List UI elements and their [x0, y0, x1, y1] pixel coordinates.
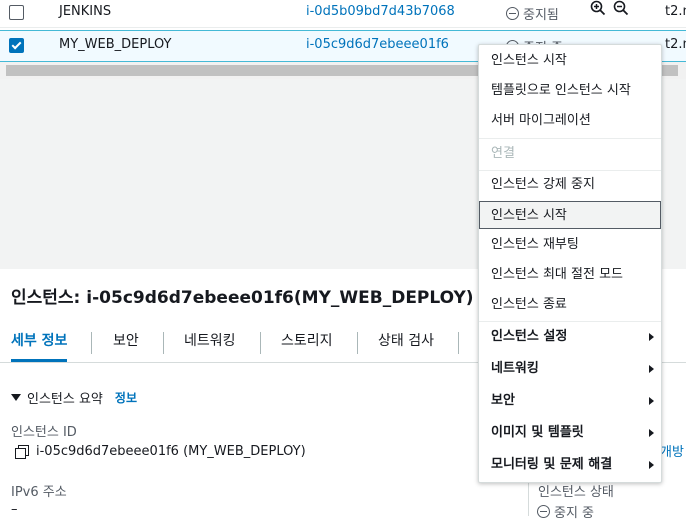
tab-divider — [357, 332, 358, 354]
copy-icon[interactable] — [15, 445, 29, 459]
menu-item-security[interactable]: 보안 — [479, 387, 661, 415]
menu-item-networking[interactable]: 네트워킹 — [479, 355, 661, 383]
menu-item-label: 인스턴스 최대 절전 모드 — [491, 267, 623, 282]
menu-item-hibernate[interactable]: 인스턴스 최대 절전 모드 — [479, 261, 661, 289]
menu-item-label: 인스턴스 재부팅 — [491, 237, 579, 252]
instance-id-link[interactable]: i-0d5b09bd7d43b7068 — [306, 4, 455, 19]
tab-storage[interactable]: 스토리지 — [281, 326, 333, 359]
tab-status-checks[interactable]: 상태 검사 — [378, 326, 434, 359]
instance-id-link[interactable]: i-05c9d6d7ebeee01f6 — [306, 37, 449, 52]
menu-item-label: 이미지 및 템플릿 — [491, 425, 584, 440]
menu-item-connect: 연결 — [479, 140, 661, 168]
menu-item-label: 보안 — [491, 393, 515, 408]
tab-security[interactable]: 보안 — [113, 326, 139, 359]
section-header[interactable]: 인스턴스 요약 정보 — [11, 388, 137, 407]
table-row[interactable]: JENKINS i-0d5b09bd7d43b7068 중지됨 t2.m — [0, 0, 686, 28]
menu-item-launch-from-template[interactable]: 템플릿으로 인스턴스 시작 — [479, 77, 661, 105]
menu-item-label: 인스턴스 종료 — [491, 297, 567, 312]
instance-state-value: 중지 중 — [537, 502, 594, 521]
instance-id-text: i-05c9d6d7ebeee01f6 (MY_WEB_DEPLOY) — [36, 444, 306, 459]
caret-right-icon — [649, 429, 654, 437]
menu-item-image-templates[interactable]: 이미지 및 템플릿 — [479, 419, 661, 447]
menu-item-start-instance[interactable]: 인스턴스 시작 — [479, 201, 661, 229]
instance-id-label: 인스턴스 ID — [11, 425, 77, 440]
stop-circle-icon — [537, 505, 550, 518]
instance-name: MY_WEB_DEPLOY — [59, 37, 172, 52]
menu-item-launch-instance[interactable]: 인스턴스 시작 — [479, 47, 661, 75]
instance-state-label: 중지됨 — [523, 8, 559, 23]
instance-state: 중지됨 — [506, 4, 559, 23]
menu-item-label: 인스턴스 강제 중지 — [491, 177, 595, 192]
menu-item-instance-settings[interactable]: 인스턴스 설정 — [479, 323, 661, 351]
menu-item-label: 네트워킹 — [491, 361, 539, 376]
open-address-link[interactable]: 개방 — [660, 441, 684, 460]
tab-networking[interactable]: 네트워킹 — [184, 326, 236, 359]
zoom-out-icon[interactable] — [613, 0, 629, 20]
instance-id-value: i-05c9d6d7ebeee01f6 (MY_WEB_DEPLOY) — [15, 444, 306, 459]
menu-item-migrate-server[interactable]: 서버 마이그레이션 — [479, 107, 661, 135]
menu-item-label: 인스턴스 설정 — [491, 329, 568, 344]
page-title: 인스턴스: i-05c9d6d7ebeee01f6(MY_WEB_DEPLOY) — [11, 288, 474, 308]
tab-divider — [163, 332, 164, 354]
menu-item-label: 인스턴스 시작 — [491, 53, 567, 68]
menu-separator — [479, 321, 661, 322]
zoom-in-icon[interactable] — [590, 0, 606, 20]
row-checkbox[interactable] — [9, 38, 24, 53]
tab-details[interactable]: 세부 정보 — [11, 326, 68, 362]
caret-right-icon — [649, 365, 654, 373]
instance-state-label: 인스턴스 상태 — [538, 485, 614, 500]
caret-right-icon — [649, 397, 654, 405]
instance-state-text: 중지 중 — [554, 506, 595, 521]
menu-item-reboot[interactable]: 인스턴스 재부팅 — [479, 231, 661, 259]
menu-item-terminate[interactable]: 인스턴스 종료 — [479, 291, 661, 319]
ipv6-label: IPv6 주소 — [11, 485, 67, 500]
menu-separator — [479, 138, 661, 139]
instance-state-menu: 인스턴스 시작 템플릿으로 인스턴스 시작 서버 마이그레이션 연결 인스턴스 … — [478, 44, 662, 483]
ipv6-value: – — [11, 502, 18, 517]
menu-item-force-stop[interactable]: 인스턴스 강제 중지 — [479, 171, 661, 199]
menu-item-label: 인스턴스 시작 — [491, 208, 567, 223]
instance-type: t2.m — [665, 4, 686, 19]
section-title: 인스턴스 요약 — [27, 392, 103, 407]
menu-item-monitor-troubleshoot[interactable]: 모니터링 및 문제 해결 — [479, 451, 661, 479]
instance-name: JENKINS — [59, 4, 112, 19]
caret-right-icon — [649, 461, 654, 469]
column-divider — [528, 478, 529, 516]
tab-divider — [91, 332, 92, 354]
caret-right-icon — [649, 333, 654, 341]
caret-down-icon — [11, 394, 21, 401]
menu-item-label: 템플릿으로 인스턴스 시작 — [491, 83, 631, 98]
stop-circle-icon — [506, 7, 519, 20]
tab-divider — [260, 332, 261, 354]
menu-item-label: 연결 — [491, 146, 515, 161]
menu-item-label: 모니터링 및 문제 해결 — [491, 457, 613, 472]
instance-type: t2.n — [665, 37, 686, 52]
tab-divider — [458, 332, 459, 354]
info-link[interactable]: 정보 — [115, 389, 137, 406]
row-checkbox[interactable] — [9, 5, 24, 20]
menu-item-label: 서버 마이그레이션 — [491, 113, 591, 128]
